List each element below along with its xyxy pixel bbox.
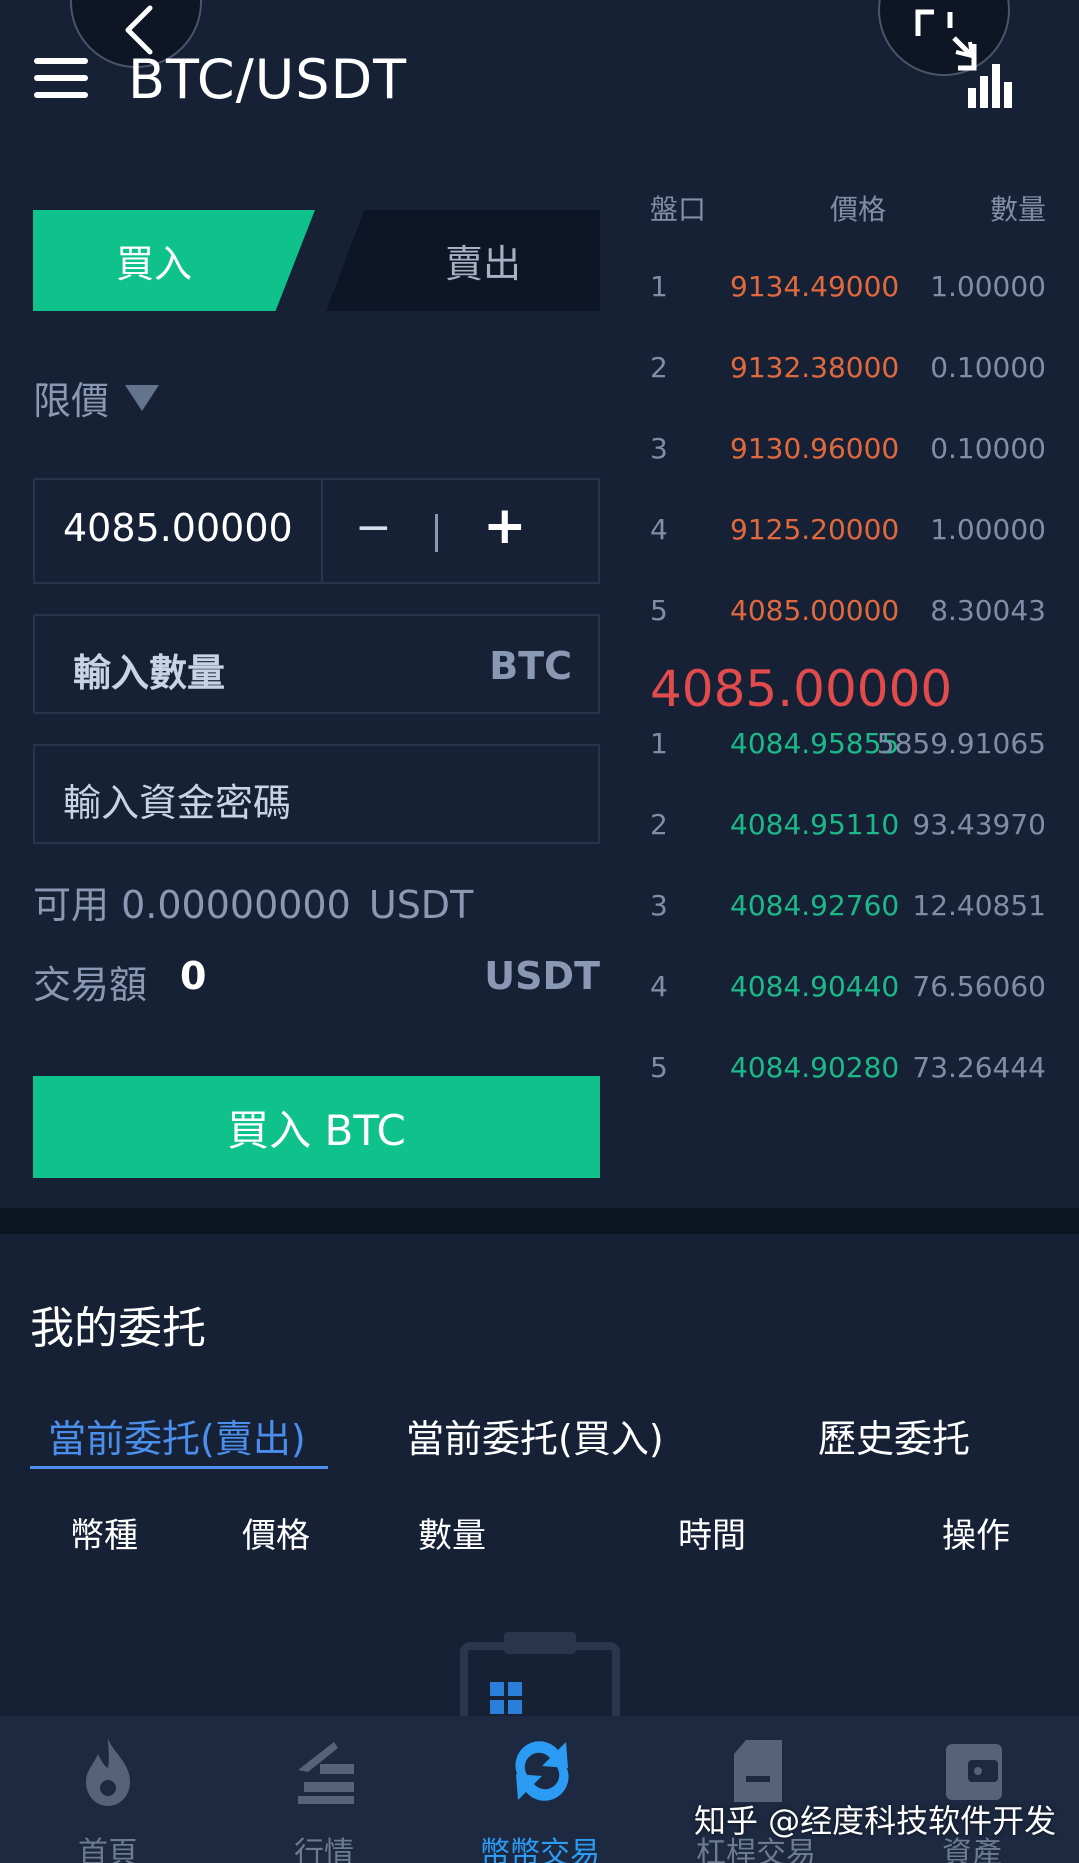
trade-amount-value: 0 <box>180 954 207 998</box>
pair-title[interactable]: BTC/USDT <box>128 48 407 111</box>
nav-label-home: 首頁 <box>78 1836 138 1863</box>
bid-row[interactable]: 5 4084.90280 73.26444 <box>650 1051 1046 1091</box>
nav-label-market: 行情 <box>294 1836 354 1863</box>
trade-amount-unit: USDT <box>484 954 600 998</box>
ask-price: 9134.49000 <box>730 270 900 303</box>
bid-qty: 73.26444 <box>912 1051 1046 1084</box>
ask-row[interactable]: 4 9125.20000 1.00000 <box>650 513 1046 553</box>
ask-price: 9132.38000 <box>730 351 900 384</box>
password-placeholder: 輸入資金密碼 <box>63 781 292 825</box>
decrease-price-button[interactable]: − <box>355 502 392 553</box>
bid-index: 2 <box>650 808 668 841</box>
ask-index: 5 <box>650 594 668 627</box>
ask-index: 3 <box>650 432 668 465</box>
my-orders-title: 我的委托 <box>30 1303 206 1354</box>
active-tab-indicator <box>30 1466 328 1469</box>
ask-qty: 1.00000 <box>930 513 1046 546</box>
bid-row[interactable]: 1 4084.95855 5859.91065 <box>650 727 1046 767</box>
order-type-label: 限價 <box>33 379 110 423</box>
column-header-qty: 數量 <box>418 1516 486 1556</box>
ask-index: 2 <box>650 351 668 384</box>
available-label: 可用 <box>33 883 110 927</box>
tab-order-history[interactable]: 歷史委托 <box>818 1408 970 1463</box>
menu-icon[interactable] <box>34 58 88 98</box>
ask-price: 4085.00000 <box>730 594 900 627</box>
order-type-select[interactable]: 限價 <box>33 370 160 425</box>
ask-index: 4 <box>650 513 668 546</box>
bid-row[interactable]: 3 4084.92760 12.40851 <box>650 889 1046 929</box>
caret-down-icon <box>125 384 160 411</box>
bid-index: 5 <box>650 1051 668 1084</box>
submit-buy-button[interactable]: 買入 BTC <box>33 1076 600 1178</box>
bid-qty: 93.43970 <box>912 808 1046 841</box>
bid-index: 1 <box>650 727 668 760</box>
tab-current-sell-orders[interactable]: 當前委托(賣出) <box>48 1408 306 1463</box>
divider <box>435 514 438 552</box>
trade-amount-label: 交易額 <box>33 963 148 1007</box>
column-header-time: 時間 <box>678 1516 746 1556</box>
bar-chart-icon[interactable] <box>966 62 1012 108</box>
nav-label-spot-trading: 幣幣交易 <box>480 1836 600 1863</box>
nav-item-home[interactable]: 首頁 <box>18 1716 198 1863</box>
exchange-icon <box>515 1741 569 1801</box>
ask-qty: 0.10000 <box>930 432 1046 465</box>
bid-row[interactable]: 2 4084.95110 93.43970 <box>650 808 1046 848</box>
amount-unit: BTC <box>489 644 572 688</box>
price-input[interactable]: 4085.00000 <box>63 506 293 550</box>
bid-price: 4084.90280 <box>730 1051 900 1084</box>
column-header-price: 價格 <box>242 1516 310 1556</box>
watermark: 知乎 @经度科技软件开发 <box>694 1802 1057 1840</box>
bid-index: 4 <box>650 970 668 1003</box>
bid-price: 4084.95855 <box>730 727 900 760</box>
available-value: 0.00000000 <box>121 883 351 927</box>
ask-row[interactable]: 3 9130.96000 0.10000 <box>650 432 1046 472</box>
ask-price: 9130.96000 <box>730 432 900 465</box>
ask-index: 1 <box>650 270 668 303</box>
orderbook-header-price: 價格 <box>830 193 887 226</box>
column-header-action: 操作 <box>942 1516 1010 1556</box>
amount-field[interactable]: 輸入數量 BTC <box>33 614 600 714</box>
ask-row[interactable]: 1 9134.49000 1.00000 <box>650 270 1046 310</box>
empty-clipboard-icon <box>460 1632 620 1720</box>
nav-item-spot-trading[interactable]: 幣幣交易 <box>450 1716 630 1863</box>
ask-price: 9125.20000 <box>730 513 900 546</box>
available-unit: USDT <box>368 883 474 927</box>
ask-qty: 1.00000 <box>930 270 1046 303</box>
orderbook-header-qty: 數量 <box>989 193 1046 226</box>
nav-item-market[interactable]: 行情 <box>234 1716 414 1863</box>
bid-qty: 5859.91065 <box>876 727 1046 760</box>
tab-sell[interactable]: 賣出 <box>326 210 600 311</box>
bid-index: 3 <box>650 889 668 922</box>
ask-row[interactable]: 2 9132.38000 0.10000 <box>650 351 1046 391</box>
last-price: 4085.00000 <box>650 660 953 718</box>
bid-price: 4084.90440 <box>730 970 900 1003</box>
fund-password-field[interactable]: 輸入資金密碼 <box>33 744 600 844</box>
tab-buy[interactable]: 買入 <box>33 210 315 311</box>
fire-icon <box>86 1738 130 1806</box>
column-header-coin: 幣種 <box>70 1516 138 1556</box>
bid-row[interactable]: 4 4084.90440 76.56060 <box>650 970 1046 1010</box>
ask-row[interactable]: 5 4085.00000 8.30043 <box>650 594 1046 634</box>
orderbook-header-level: 盤口 <box>650 193 707 226</box>
bid-price: 4084.95110 <box>730 808 900 841</box>
market-icon <box>298 1742 354 1804</box>
ask-qty: 8.30043 <box>930 594 1046 627</box>
bid-qty: 12.40851 <box>912 889 1046 922</box>
bid-price: 4084.92760 <box>730 889 900 922</box>
amount-placeholder: 輸入數量 <box>73 651 226 695</box>
price-stepper: 4085.00000 − + <box>33 478 600 584</box>
tab-current-buy-orders[interactable]: 當前委托(買入) <box>406 1408 664 1463</box>
bid-qty: 76.56060 <box>912 970 1046 1003</box>
increase-price-button[interactable]: + <box>483 496 527 556</box>
available-balance: 可用 0.00000000 USDT <box>33 874 473 929</box>
ask-qty: 0.10000 <box>930 351 1046 384</box>
divider <box>321 480 323 584</box>
section-divider <box>0 1208 1079 1234</box>
